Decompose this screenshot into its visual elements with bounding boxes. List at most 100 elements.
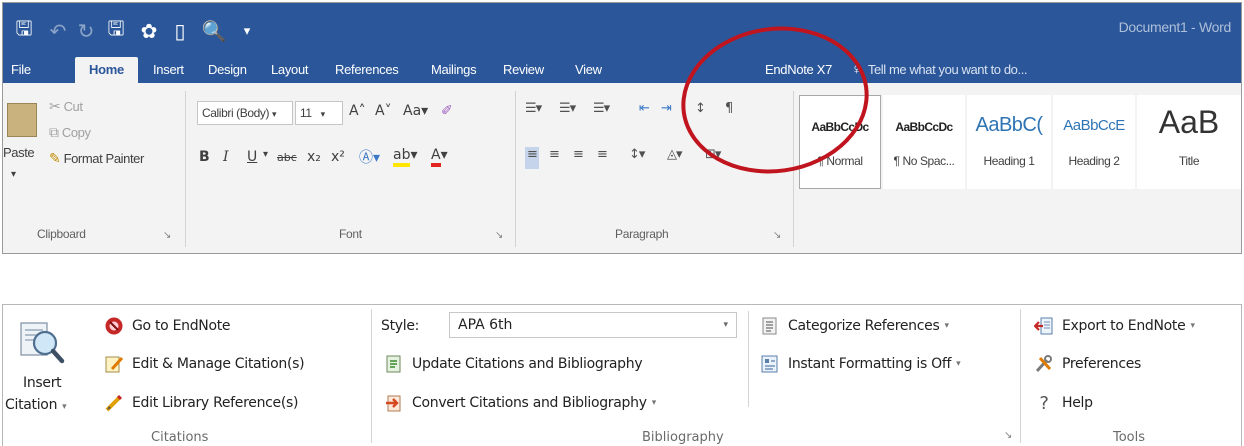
- tell-me-text: Tell me what you want to do...: [867, 62, 1028, 77]
- tab-references[interactable]: References: [335, 59, 399, 83]
- align-left-icon[interactable]: ≡: [525, 147, 539, 169]
- underline-button[interactable]: U: [247, 149, 257, 165]
- title-bar: 🖫 ↶ ↻ 🖫 ✿ ▯ 🔍 ▾ Document1 - Word File Ho…: [3, 3, 1241, 85]
- justify-icon[interactable]: ≡: [597, 147, 608, 169]
- font-name-select[interactable]: Calibri (Body) ▾: [197, 101, 293, 125]
- separator: [515, 91, 516, 247]
- edit-library-reference-label: Edit Library Reference(s): [132, 395, 299, 411]
- go-to-endnote-label: Go to EndNote: [132, 318, 231, 334]
- paste-icon[interactable]: [7, 103, 37, 137]
- font-group: Calibri (Body) ▾ 11 ▾ A˄ A˅ Aa▾ ✐ B I U …: [189, 83, 511, 253]
- grow-font-icon[interactable]: A˄: [349, 103, 366, 119]
- style-title[interactable]: AaB Title: [1137, 95, 1241, 189]
- preferences-label: Preferences: [1062, 356, 1142, 372]
- edit-manage-citations-button[interactable]: Edit & Manage Citation(s): [103, 350, 305, 378]
- separator: [185, 91, 186, 247]
- change-case-icon[interactable]: Aa▾: [403, 103, 428, 119]
- print-preview-icon[interactable]: 🔍: [199, 15, 229, 47]
- endnote-logo-icon: [103, 315, 125, 337]
- tab-insert[interactable]: Insert: [153, 59, 184, 83]
- style-name: Heading 1: [983, 154, 1035, 168]
- text-effects-icon[interactable]: Ⓐ▾: [359, 147, 380, 167]
- redo-icon[interactable]: ↻: [75, 15, 97, 47]
- numbering-icon[interactable]: ☰▾: [559, 101, 576, 123]
- cut-button[interactable]: ✂ Cut: [49, 99, 83, 115]
- tab-view[interactable]: View: [575, 59, 602, 83]
- style-heading-2[interactable]: AaBbCcE Heading 2: [1053, 95, 1135, 189]
- instant-formatting-button[interactable]: Instant Formatting is Off ▾: [759, 350, 961, 378]
- align-right-icon[interactable]: ≡: [573, 147, 584, 169]
- font-size-select[interactable]: 11 ▾: [295, 101, 343, 125]
- style-no-spacing[interactable]: AaBbCcDc ¶ No Spac...: [883, 95, 965, 189]
- help-button[interactable]: ? Help: [1033, 389, 1093, 417]
- preferences-icon: [1033, 353, 1055, 375]
- undo-icon[interactable]: ↶: [47, 15, 69, 47]
- superscript-button[interactable]: x²: [331, 149, 345, 165]
- save-as-icon[interactable]: 🖫: [103, 15, 129, 47]
- chevron-down-icon: ▾: [1190, 321, 1195, 331]
- style-sample: AaBbC(: [975, 114, 1043, 136]
- font-launcher-icon[interactable]: ↘: [495, 230, 503, 241]
- customize-toolbar-icon[interactable]: ▾: [237, 15, 257, 47]
- style-heading-1[interactable]: AaBbC( Heading 1: [967, 95, 1051, 189]
- settings-icon[interactable]: ✿: [135, 15, 163, 47]
- categorize-references-button[interactable]: Categorize References ▾: [759, 312, 949, 340]
- tell-me-box[interactable]: ♀ Tell me what you want to do...: [851, 59, 1028, 81]
- style-select[interactable]: APA 6th ▾: [449, 312, 737, 338]
- export-to-endnote-button[interactable]: Export to EndNote ▾: [1033, 312, 1195, 340]
- instant-formatting-label: Instant Formatting is Off: [788, 356, 952, 372]
- endnote-ribbon: Insert Citation ▾ Go to EndNote Edit & Ma…: [2, 304, 1242, 446]
- tab-file[interactable]: File: [11, 59, 31, 83]
- brush-icon: ✎: [49, 151, 61, 167]
- citations-group: Insert Citation ▾ Go to EndNote Edit & Ma…: [3, 305, 371, 446]
- clipboard-launcher-icon[interactable]: ↘: [163, 230, 171, 241]
- paste-button[interactable]: Paste: [3, 145, 35, 160]
- style-name: Title: [1178, 154, 1200, 168]
- chevron-down-icon[interactable]: ▾: [263, 149, 268, 160]
- bold-button[interactable]: B: [199, 149, 210, 165]
- insert-citation-button[interactable]: Citation ▾: [5, 397, 67, 413]
- update-citations-button[interactable]: Update Citations and Bibliography: [383, 350, 643, 378]
- preferences-button[interactable]: Preferences: [1033, 350, 1141, 378]
- decrease-indent-icon[interactable]: ⇤: [639, 101, 650, 123]
- highlight-icon[interactable]: ab▾: [393, 147, 418, 167]
- convert-citations-button[interactable]: Convert Citations and Bibliography ▾: [383, 389, 656, 417]
- tab-design[interactable]: Design: [208, 59, 247, 83]
- copy-button[interactable]: ⧉ Copy: [49, 125, 91, 141]
- go-to-endnote-button[interactable]: Go to EndNote: [103, 312, 231, 340]
- strikethrough-button[interactable]: abc: [277, 151, 297, 164]
- citation-label: Citation: [5, 397, 58, 413]
- ribbon-tabs: File Home Insert Design Layout Reference…: [3, 51, 1241, 85]
- tab-mailings[interactable]: Mailings: [431, 59, 477, 83]
- save-icon[interactable]: 🖫: [11, 15, 37, 47]
- tools-label: Tools: [1113, 430, 1146, 445]
- convert-citations-label: Convert Citations and Bibliography: [412, 395, 647, 411]
- new-document-icon[interactable]: ▯: [167, 15, 193, 47]
- multilevel-list-icon[interactable]: ☰▾: [593, 101, 610, 123]
- clear-formatting-icon[interactable]: ✐: [441, 103, 453, 119]
- font-color-icon[interactable]: A▾: [431, 147, 448, 167]
- tab-layout[interactable]: Layout: [271, 59, 309, 83]
- insert-citation-icon[interactable]: [17, 321, 65, 367]
- shrink-font-icon[interactable]: A˅: [375, 103, 392, 119]
- paragraph-launcher-icon[interactable]: ↘: [773, 230, 781, 241]
- tab-home[interactable]: Home: [75, 57, 138, 85]
- paste-dropdown-icon[interactable]: ▾: [11, 169, 16, 180]
- insert-label[interactable]: Insert: [23, 375, 62, 391]
- help-label: Help: [1062, 395, 1093, 411]
- format-painter-button[interactable]: ✎ Format Painter: [49, 151, 144, 167]
- bullets-icon[interactable]: ☰▾: [525, 101, 542, 123]
- line-spacing-icon[interactable]: ↕▾: [629, 147, 645, 169]
- bibliography-launcher-icon[interactable]: ↘: [1004, 430, 1012, 441]
- tab-review[interactable]: Review: [503, 59, 544, 83]
- font-name-value: Calibri (Body): [202, 106, 270, 120]
- subscript-button[interactable]: x₂: [307, 149, 321, 165]
- italic-button[interactable]: I: [223, 149, 229, 165]
- style-name: ¶ No Spac...: [893, 154, 955, 168]
- align-center-icon[interactable]: ≡: [549, 147, 560, 169]
- shading-icon[interactable]: ◬▾: [667, 147, 683, 169]
- increase-indent-icon[interactable]: ⇥: [661, 101, 672, 123]
- update-icon: [383, 353, 405, 375]
- edit-library-reference-button[interactable]: Edit Library Reference(s): [103, 389, 298, 417]
- chevron-down-icon: ▾: [320, 109, 326, 119]
